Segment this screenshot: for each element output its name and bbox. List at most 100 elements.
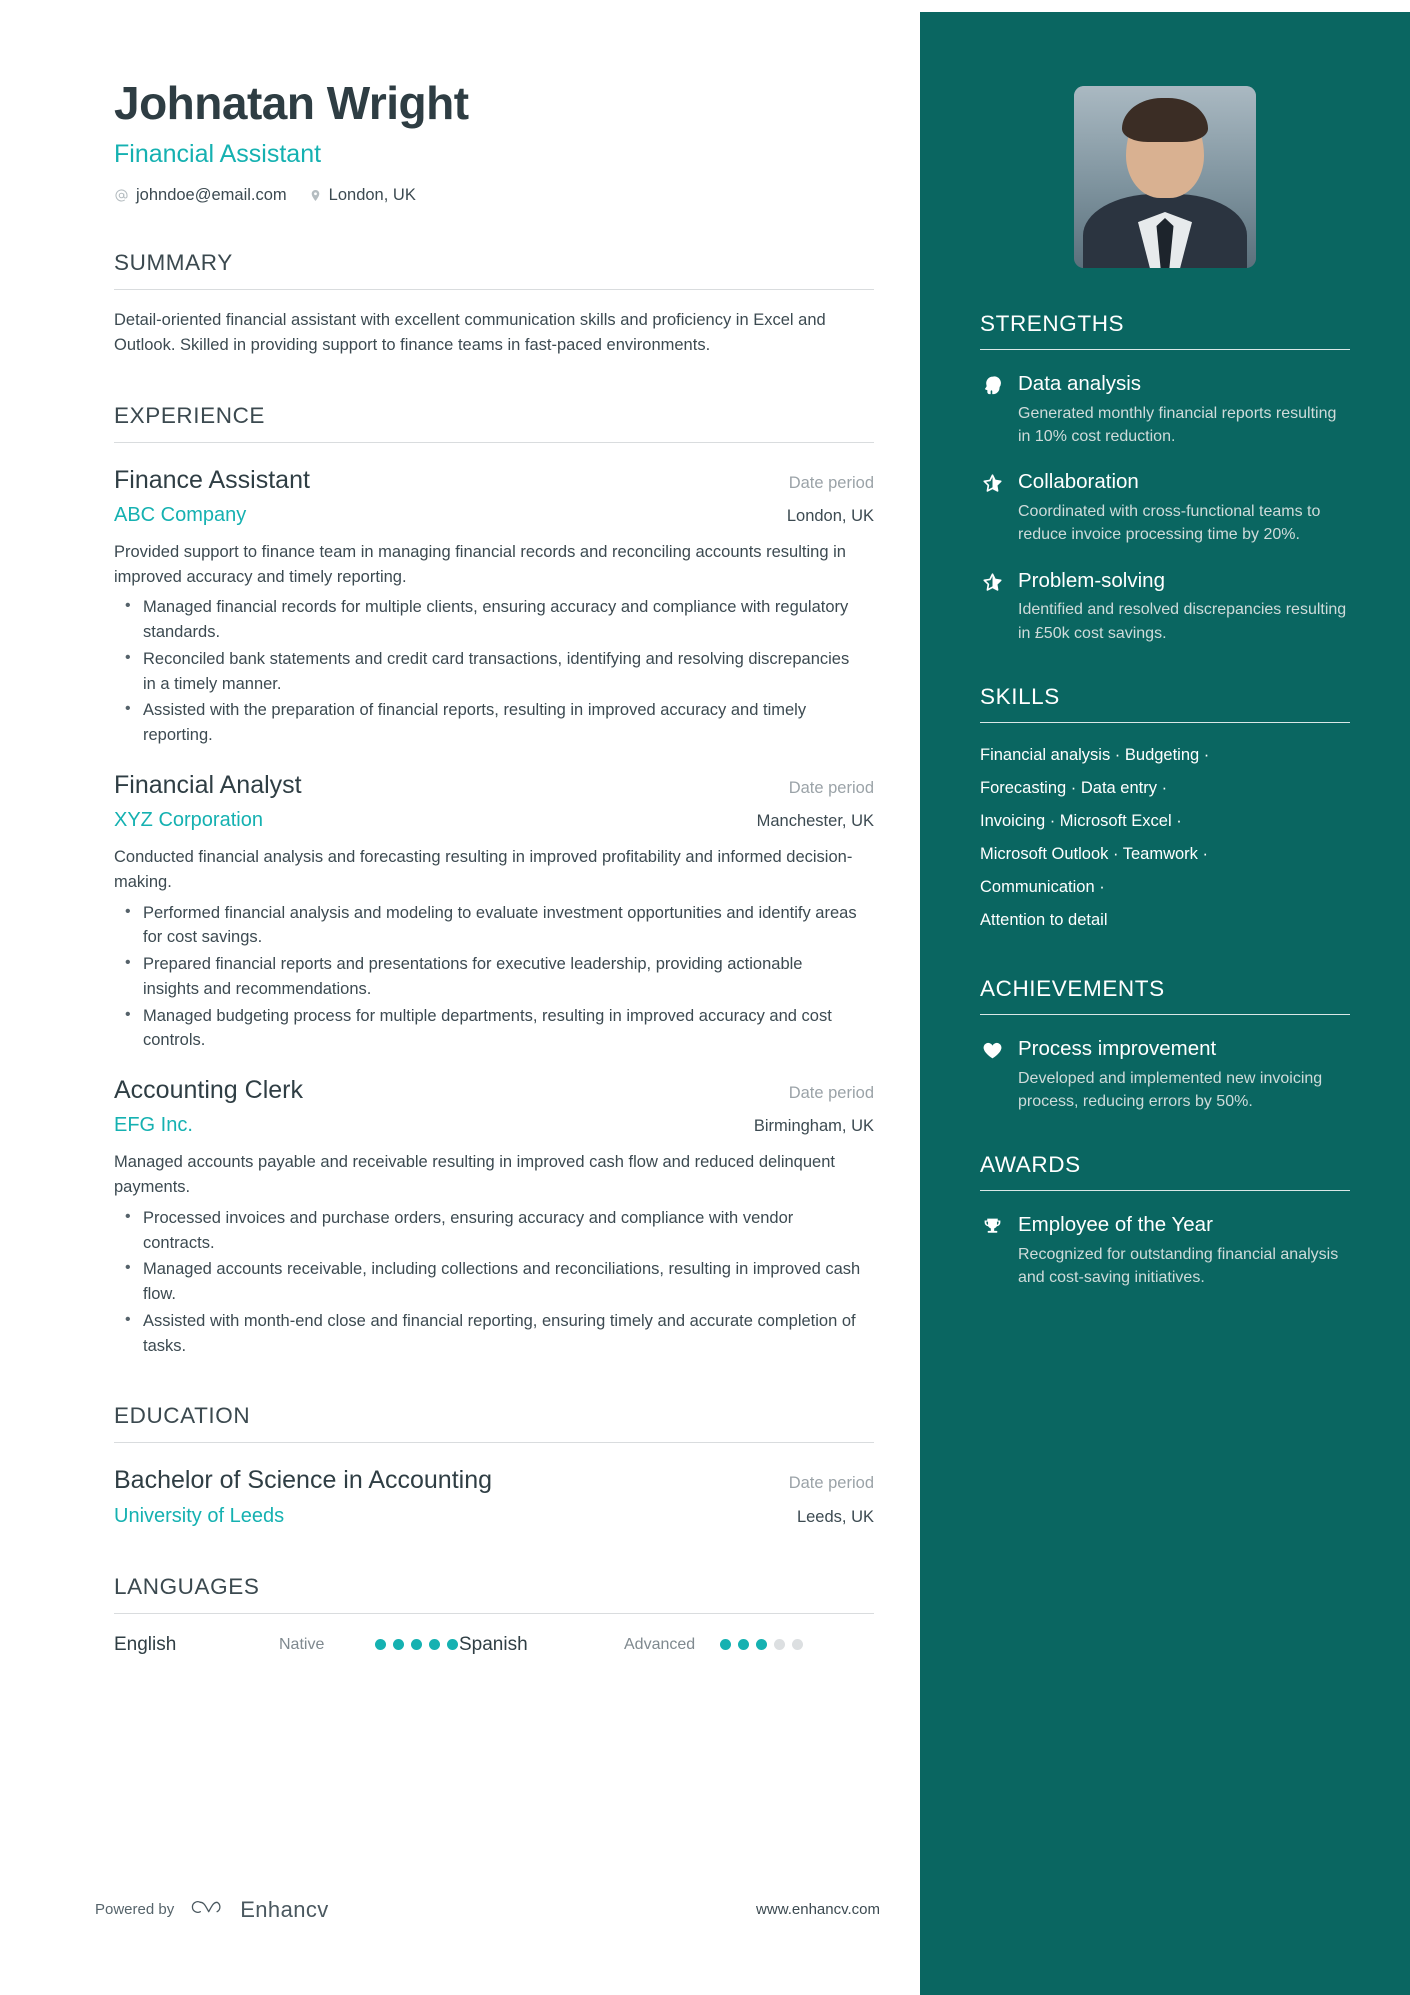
divider [114,1442,874,1444]
resume-header: Johnatan Wright Financial Assistant john… [114,77,874,205]
brand-name: Enhancv [240,1896,329,1922]
divider [114,288,874,290]
list-item: Prepared financial reports and presentat… [114,951,862,1002]
list-item: Assisted with month-end close and financ… [114,1308,862,1359]
at-icon [114,188,129,203]
divider [980,349,1350,350]
strengths-list: Data analysis Generated monthly financial… [980,371,1350,645]
strength-item: Data analysis Generated monthly financial… [980,371,1350,448]
rating-dot [774,1639,785,1651]
contact-email[interactable]: johndoe@email.com [114,186,287,205]
language-name: English [114,1633,177,1655]
list-item: Performed financial analysis and modelin… [114,900,862,951]
heart-icon [980,1036,1004,1061]
rating-dot [792,1639,803,1651]
language-level: Advanced [624,1635,696,1653]
awards-heading: AWARDS [980,1152,1081,1178]
strength-item-title: Collaboration [1018,470,1139,494]
section-experience: EXPERIENCE Finance Assistant Date period A… [114,402,874,1359]
entry-description: Provided support to finance team in mana… [114,542,846,586]
powered-by-label: Powered by [95,1901,175,1918]
strength-item-desc: Generated monthly financial reports resu… [1018,404,1337,445]
strength-item: Collaboration Coordinated with cross-func… [980,469,1350,546]
rating-dot [756,1639,767,1651]
strength-item-title: Data analysis [1018,372,1142,395]
summary-heading: SUMMARY [114,249,233,275]
trophy-icon [980,1212,1004,1237]
skills-heading: SKILLS [980,684,1060,710]
rating-dot [720,1639,731,1651]
divider [980,722,1350,724]
language-level: Native [279,1635,325,1653]
award-item-desc: Recognized for outstanding financial ana… [1018,1246,1339,1287]
education-list: Bachelor of Science in Accounting Date pe… [114,1465,874,1528]
entry-header: Finance Assistant Date period [114,465,874,496]
language-rating [375,1639,458,1651]
strength-item-desc: Identified and resolved discrepancies re… [1018,601,1347,642]
entry-organization[interactable]: ABC Company [114,503,246,528]
list-item: Processed invoices and purchase orders, … [114,1205,862,1256]
entry-subheader: EFG Inc. Birmingham, UK [114,1113,874,1138]
entry-date: Date period [788,473,874,492]
skills-list: Financial analysis · Budgeting · Forecast… [980,739,1350,937]
strength-item-title: Problem-solving [1018,568,1165,592]
sidebar-top-strip [920,0,1410,12]
strength-item-desc: Coordinated with cross-functional teams … [1018,502,1321,544]
page-title: Johnatan Wright [114,77,469,129]
divider [114,1612,874,1614]
entry-role: Financial Analyst [114,770,302,799]
entry-location: London, UK [786,506,874,525]
location-text: London, UK [328,185,416,204]
achievement-item: Process improvement Developed and impleme… [980,1036,1350,1113]
experience-entry: Financial Analyst Date period XYZ Corporat… [114,770,874,1053]
entry-school[interactable]: University of Leeds [114,1504,284,1529]
section-strengths: STRENGTHS Data analysis Generated monthly… [980,310,1350,645]
strengths-heading: STRENGTHS [980,311,1125,336]
entry-organization[interactable]: EFG Inc. [114,1113,193,1138]
language-item: English Native [114,1634,459,1656]
achievements-heading: ACHIEVEMENTS [980,976,1165,1002]
section-education: EDUCATION Bachelor of Science in Account… [114,1402,874,1528]
sidebar: STRENGTHS Data analysis Generated monthly… [920,0,1410,1995]
entry-subheader: University of Leeds Leeds, UK [114,1504,874,1529]
section-languages: LANGUAGES English Native Spanish Advanced [114,1573,874,1656]
languages-heading: LANGUAGES [114,1573,260,1599]
star-half-icon [980,469,1004,494]
entry-degree: Bachelor of Science in Accounting [114,1466,493,1495]
list-item: Reconciled bank statements and credit ca… [114,646,862,697]
award-item: Employee of the Year Recognized for outst… [980,1212,1350,1289]
section-summary: SUMMARY Detail-oriented financial assist… [114,249,874,358]
education-heading: EDUCATION [114,1403,251,1429]
entry-date: Date period [788,778,874,797]
main-column: Johnatan Wright Financial Assistant john… [0,0,920,1995]
divider [980,1014,1350,1016]
entry-role: Finance Assistant [114,465,310,494]
list-item: Managed accounts receivable, including c… [114,1256,862,1307]
brand-block: Enhancv [189,1896,328,1923]
section-achievements: ACHIEVEMENTS Process improvement Develope… [980,975,1350,1113]
email-text: johndoe@email.com [136,185,287,204]
rating-dot [375,1639,386,1651]
entry-header: Accounting Clerk Date period [114,1075,874,1106]
rating-dot [738,1639,749,1651]
site-url[interactable]: www.enhancv.com [756,1901,880,1918]
languages-row: English Native Spanish Advanced [114,1634,874,1656]
rating-dot [429,1639,440,1651]
language-item: Spanish Advanced [459,1634,804,1656]
language-rating [720,1639,803,1651]
powered-by-block: Powered by Enhancv [95,1896,329,1923]
strength-item: Problem-solving Identified and resolved d… [980,568,1350,645]
list-item: Assisted with the preparation of financi… [114,697,862,748]
entry-organization[interactable]: XYZ Corporation [114,808,263,833]
entry-bullets: Performed financial analysis and modelin… [114,900,874,1054]
enhancv-logo-icon [189,1896,231,1923]
rating-dot [447,1639,458,1651]
entry-description: Managed accounts payable and receivable … [114,1153,835,1197]
skill-line: Forecasting · Data entry · [980,779,1168,798]
contact-row: johndoe@email.com London, UK [114,186,874,205]
avatar-wrap [980,86,1350,268]
skill-line: Financial analysis · Budgeting · [980,746,1210,765]
divider [980,1190,1350,1192]
skill-line: Microsoft Outlook · Teamwork · [980,845,1209,864]
entry-bullets: Processed invoices and purchase orders, … [114,1205,874,1359]
